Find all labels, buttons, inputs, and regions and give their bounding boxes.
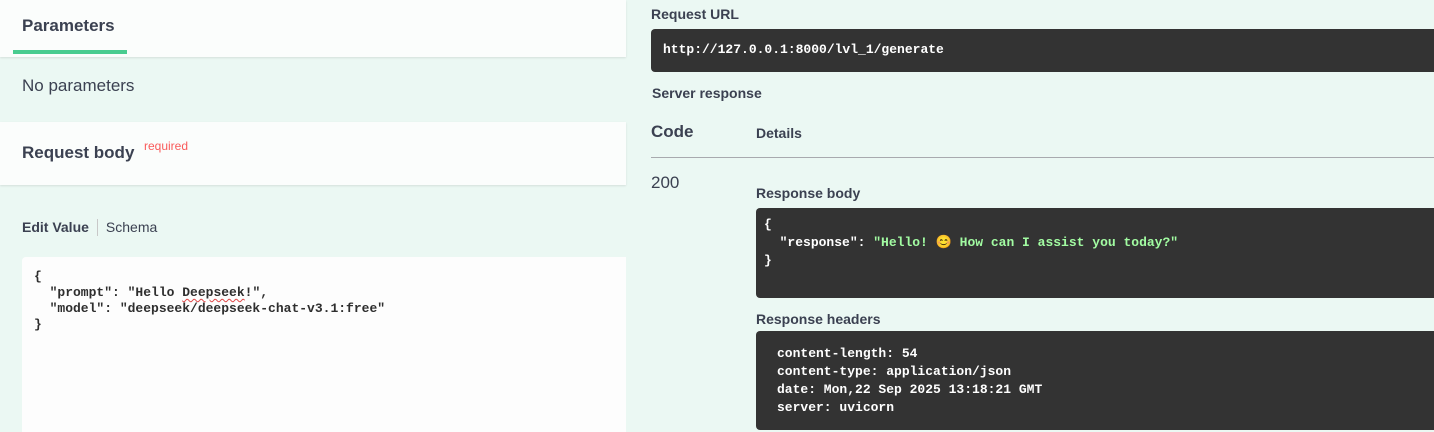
smiley-emoji-icon: 😊 xyxy=(935,235,952,250)
body-view-tabs: Edit Value Schema xyxy=(22,218,157,236)
json-string-end: How can I assist you today?" xyxy=(951,235,1179,250)
request-body-editor[interactable]: { "prompt": "Hello Deepseek!", "model": … xyxy=(22,257,626,432)
response-panel: Request URL http://127.0.0.1:8000/lvl_1/… xyxy=(651,0,1434,432)
request-body-title: Request body xyxy=(22,143,135,162)
request-body-header: Request body required xyxy=(0,122,626,185)
editor-line: { xyxy=(34,269,42,284)
request-url-box[interactable]: http://127.0.0.1:8000/lvl_1/generate xyxy=(651,29,1434,72)
details-column-header: Details xyxy=(756,125,802,141)
status-code: 200 xyxy=(651,173,680,192)
response-headers-label: Response headers xyxy=(756,311,881,327)
parameters-header: Parameters xyxy=(0,0,626,57)
json-close-brace: } xyxy=(764,253,772,268)
header-line: content-length: 54 xyxy=(777,346,918,361)
editor-line-prompt-text: "prompt": "Hello Deepseek!", xyxy=(34,285,269,300)
editor-line-prompt: "prompt": "Hello Deepseek!", xyxy=(34,285,626,301)
json-response-line: "response": "Hello! 😊 How can I assist y… xyxy=(764,234,1434,252)
tab-parameters[interactable]: Parameters xyxy=(22,16,115,36)
header-line: content-type: application/json xyxy=(777,364,1012,379)
required-badge: required xyxy=(144,139,189,153)
header-line: server: uvicorn xyxy=(777,400,895,415)
spellcheck-underline: Deepseek xyxy=(182,285,245,300)
editor-line: } xyxy=(34,317,42,332)
active-tab-indicator xyxy=(13,50,127,54)
json-open-brace: { xyxy=(764,217,772,232)
tab-edit-value[interactable]: Edit Value xyxy=(22,219,97,235)
request-url-label: Request URL xyxy=(651,6,739,22)
request-panel: Parameters No parameters Request body re… xyxy=(0,0,626,432)
response-body-box[interactable]: { "response": "Hello! 😊 How can I assist… xyxy=(756,208,1434,298)
code-column-header: Code xyxy=(651,122,694,141)
editor-line: "model": "deepseek/deepseek-chat-v3.1:fr… xyxy=(34,301,386,316)
server-response-label: Server response xyxy=(652,85,762,101)
json-string-start: "Hello! xyxy=(873,235,936,250)
json-key: "response" xyxy=(779,235,858,250)
response-headers-box[interactable]: content-length: 54 content-type: applica… xyxy=(756,331,1434,430)
header-line: date: Mon,22 Sep 2025 13:18:21 GMT xyxy=(777,382,1043,397)
json-separator: : xyxy=(857,235,874,250)
tab-schema[interactable]: Schema xyxy=(98,219,157,235)
table-divider xyxy=(651,157,1434,158)
request-url-value: http://127.0.0.1:8000/lvl_1/generate xyxy=(663,42,944,57)
response-body-label: Response body xyxy=(756,185,861,201)
no-parameters-text: No parameters xyxy=(22,76,135,95)
